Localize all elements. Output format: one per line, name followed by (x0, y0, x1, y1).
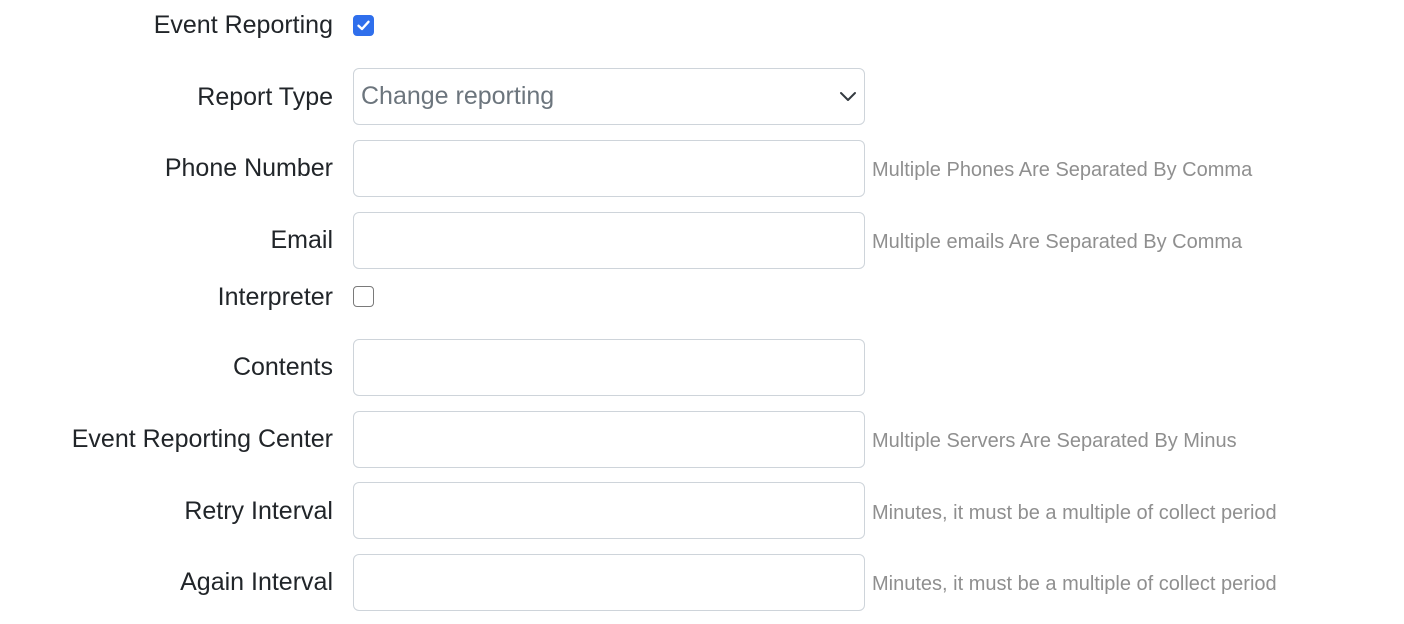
again-interval-field-wrapper (353, 554, 865, 611)
event-reporting-checkbox[interactable] (353, 15, 374, 36)
contents-input[interactable] (354, 340, 864, 395)
event-reporting-form: Event Reporting Report Type Change repor… (0, 0, 1404, 624)
report-type-selected-value: Change reporting (361, 82, 555, 110)
retry-interval-input[interactable] (354, 483, 864, 538)
report-type-label: Report Type (197, 83, 333, 111)
event-reporting-label: Event Reporting (153, 11, 333, 39)
retry-interval-field-wrapper (353, 482, 865, 539)
email-field-wrapper (353, 212, 865, 269)
email-input[interactable] (354, 213, 864, 268)
contents-field-wrapper (353, 339, 865, 396)
interpreter-label: Interpreter (217, 283, 333, 311)
phone-number-label: Phone Number (164, 154, 333, 182)
retry-interval-help-text: Minutes, it must be a multiple of collec… (872, 502, 1277, 524)
phone-number-input[interactable] (354, 141, 864, 196)
checkmark-icon (357, 20, 370, 31)
interpreter-checkbox[interactable] (353, 286, 374, 307)
event-reporting-center-input[interactable] (354, 412, 864, 467)
event-reporting-center-label: Event Reporting Center (71, 425, 333, 453)
email-label: Email (270, 226, 333, 254)
again-interval-help-text: Minutes, it must be a multiple of collec… (872, 573, 1277, 595)
event-reporting-center-field-wrapper (353, 411, 865, 468)
again-interval-label: Again Interval (180, 568, 333, 596)
email-help-text: Multiple emails Are Separated By Comma (872, 231, 1243, 253)
report-type-select[interactable]: Change reporting (353, 68, 865, 125)
retry-interval-label: Retry Interval (184, 497, 333, 525)
phone-number-field-wrapper (353, 140, 865, 197)
event-reporting-center-help-text: Multiple Servers Are Separated By Minus (872, 430, 1237, 452)
phone-number-help-text: Multiple Phones Are Separated By Comma (872, 159, 1253, 181)
chevron-down-icon (840, 92, 856, 101)
contents-label: Contents (232, 353, 333, 381)
again-interval-input[interactable] (354, 555, 864, 610)
